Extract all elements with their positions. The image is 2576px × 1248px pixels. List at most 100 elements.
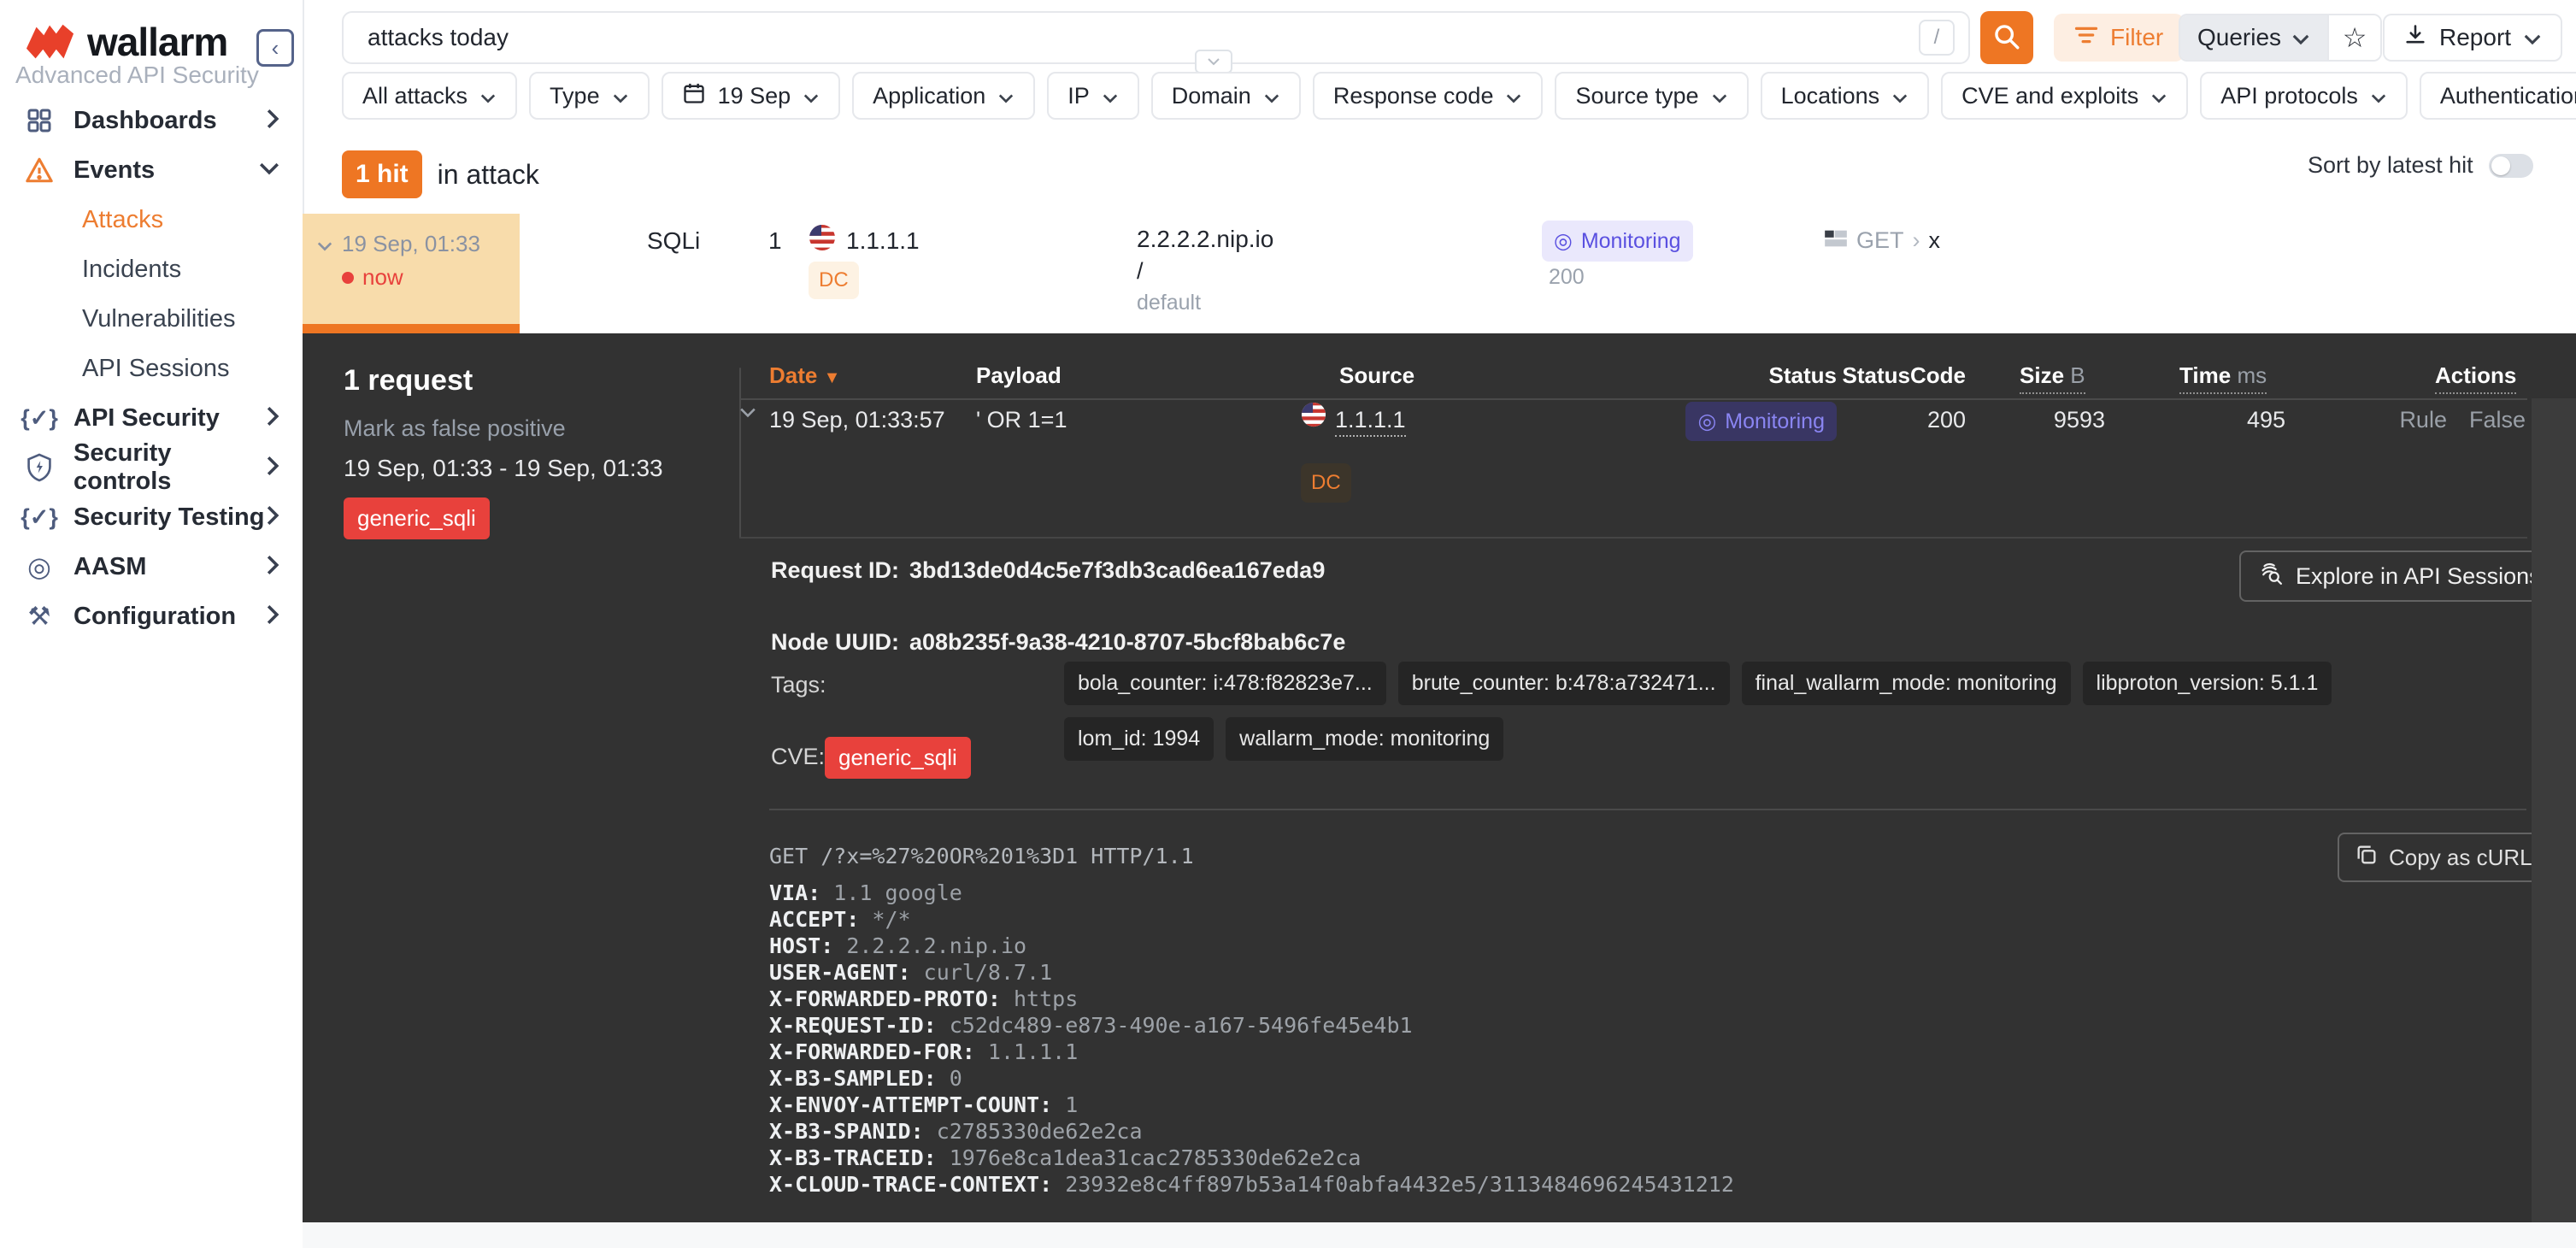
sidebar-item-configuration[interactable]: ⚒ Configuration xyxy=(0,592,303,641)
us-flag-icon xyxy=(1301,402,1326,433)
tags-label: Tags: xyxy=(771,672,826,698)
filter-chip-type[interactable]: Type xyxy=(529,72,650,120)
filter-chip-application[interactable]: Application xyxy=(852,72,1035,120)
mark-false-positive-link[interactable]: Mark as false positive xyxy=(344,415,566,442)
column-header-actions: Actions xyxy=(2435,362,2516,389)
column-header-statuscode: StatusCode xyxy=(1795,362,1966,389)
cve-tag: generic_sqli xyxy=(825,737,971,779)
filter-button[interactable]: Filter xyxy=(2054,14,2184,62)
chevron-down-icon xyxy=(316,231,333,257)
attack-row[interactable]: 19 Sep, 01:33 now SQLi 1 1.1.1.1 DC 2.2.… xyxy=(303,214,2576,333)
chevron-down-icon xyxy=(1891,83,1908,109)
filter-chip-source-type[interactable]: Source type xyxy=(1555,72,1748,120)
sidebar-item-api-sessions[interactable]: API Sessions xyxy=(0,344,303,393)
attack-response-code: 200 xyxy=(1549,265,1585,290)
rule-action-button[interactable]: Rule xyxy=(2399,407,2447,433)
sidebar-collapse-icon[interactable]: ‹ xyxy=(256,29,294,67)
sort-label: Sort by latest hit xyxy=(2308,152,2473,179)
tag-chip: wallarm_mode: monitoring xyxy=(1226,717,1503,761)
endpoint-target: x xyxy=(1929,227,1941,254)
http-header: USER-AGENT: curl/8.7.1 xyxy=(769,959,1734,986)
sidebar-item-incidents[interactable]: Incidents xyxy=(0,244,303,294)
brand-logo: wallarm xyxy=(26,19,282,65)
favorite-star-icon[interactable]: ☆ xyxy=(2327,15,2380,60)
sidebar-item-events[interactable]: Events xyxy=(0,145,303,195)
section-separator xyxy=(769,809,2526,810)
filter-chips-row: All attacks Type 19 Sep Application IP D… xyxy=(342,72,2576,120)
chevron-right-icon xyxy=(265,603,280,630)
http-header: X-ENVOY-ATTEMPT-COUNT: 1 xyxy=(769,1092,1734,1118)
column-header-date[interactable]: Date ▼ xyxy=(769,362,840,389)
hit-source-ip[interactable]: 1.1.1.1 xyxy=(1335,407,1406,433)
http-header: X-B3-SAMPLED: 0 xyxy=(769,1065,1734,1092)
attack-application: default xyxy=(1137,291,1201,315)
collapse-handle[interactable] xyxy=(1195,50,1232,74)
hits-count-badge: 1 hit xyxy=(342,150,422,198)
filter-chip-api-protocols[interactable]: API protocols xyxy=(2200,72,2408,120)
filter-chip-cve-exploits[interactable]: CVE and exploits xyxy=(1941,72,2188,120)
hit-date: 19 Sep, 01:33:57 xyxy=(769,407,945,433)
http-header: HOST: 2.2.2.2.nip.io xyxy=(769,933,1734,959)
sidebar-item-security-testing[interactable]: {✓} Security Testing xyxy=(0,492,303,542)
chevron-down-icon xyxy=(1505,83,1522,109)
chevron-down-icon xyxy=(258,161,280,180)
attack-endpoint[interactable]: GET › x xyxy=(1824,227,1940,254)
sidebar-item-api-security[interactable]: {✓} API Security xyxy=(0,393,303,443)
sidebar-item-dashboards[interactable]: Dashboards xyxy=(0,96,303,145)
explore-api-sessions-button[interactable]: Explore in API Sessions xyxy=(2239,550,2560,602)
filter-chip-response-code[interactable]: Response code xyxy=(1313,72,1544,120)
node-uuid-row: Node UUID:a08b235f-9a38-4210-8707-5bcf8b… xyxy=(771,629,1345,656)
search-button[interactable] xyxy=(1980,11,2033,64)
queries-button[interactable]: Queries xyxy=(2180,15,2327,60)
endpoint-icon xyxy=(1824,227,1848,254)
panel-divider xyxy=(739,368,741,539)
toggle-knob xyxy=(2491,156,2510,175)
chevron-down-icon xyxy=(1711,83,1728,109)
filter-icon xyxy=(2074,24,2098,51)
report-button[interactable]: Report xyxy=(2383,14,2562,62)
attack-date: 19 Sep, 01:33 xyxy=(342,231,480,257)
sidebar-item-security-controls[interactable]: Security controls xyxy=(0,443,303,492)
hit-status-code: 200 xyxy=(1795,407,1966,433)
sidebar-item-vulnerabilities[interactable]: Vulnerabilities xyxy=(0,294,303,344)
search-bar: / xyxy=(342,11,1970,64)
sort-toggle[interactable] xyxy=(2489,154,2533,178)
tags-list: bola_counter: i:478:f82823e7... brute_co… xyxy=(1064,662,2414,761)
search-input[interactable] xyxy=(366,23,1919,52)
sidebar-item-aasm[interactable]: ◎ AASM xyxy=(0,542,303,592)
sidebar-item-attacks[interactable]: Attacks xyxy=(0,195,303,244)
sidebar-menu: Dashboards Events Attacks Incidents xyxy=(0,96,303,641)
brand-name: wallarm xyxy=(87,19,227,65)
attack-path: / xyxy=(1137,258,1144,285)
chevron-right-icon xyxy=(265,554,280,580)
filter-chip-locations[interactable]: Locations xyxy=(1761,72,1930,120)
source-ip[interactable]: 1.1.1.1 xyxy=(846,227,920,255)
vertical-scrollbar[interactable] xyxy=(2532,398,2576,1222)
source-datacenter-tag: DC xyxy=(809,262,859,299)
attack-type-tag: generic_sqli xyxy=(344,497,490,539)
recency-dot xyxy=(342,272,354,284)
filter-chip-date[interactable]: 19 Sep xyxy=(662,72,841,120)
filter-chip-all-attacks[interactable]: All attacks xyxy=(342,72,517,120)
spiral-eye-icon: ◎ xyxy=(22,550,56,583)
hit-size: 9593 xyxy=(1977,407,2105,433)
filter-chip-domain[interactable]: Domain xyxy=(1151,72,1301,120)
copy-as-curl-button[interactable]: Copy as cURL xyxy=(2338,833,2550,882)
chevron-down-icon xyxy=(803,83,820,109)
braces-check-icon: {✓} xyxy=(22,504,56,531)
http-header: X-CLOUD-TRACE-CONTEXT: 23932e8c4ff897b53… xyxy=(769,1171,1734,1198)
filter-chip-authentication[interactable]: Authentication xyxy=(2420,72,2576,120)
wallarm-logo-icon xyxy=(26,23,75,61)
attack-date-cell[interactable]: 19 Sep, 01:33 now xyxy=(303,214,520,324)
filter-chip-ip[interactable]: IP xyxy=(1047,72,1139,120)
source-datacenter-tag: DC xyxy=(1301,463,1351,503)
chevron-right-icon xyxy=(265,455,280,481)
tag-chip: bola_counter: i:478:f82823e7... xyxy=(1064,662,1386,705)
queries-split-button: Queries ☆ xyxy=(2179,14,2382,62)
row-expand-chevron[interactable] xyxy=(738,407,757,422)
cve-label: CVE: xyxy=(771,744,825,770)
tag-chip: libproton_version: 5.1.1 xyxy=(2083,662,2332,705)
column-header-time: Time ms xyxy=(2179,362,2267,389)
false-action-button[interactable]: False xyxy=(2469,407,2526,433)
chevron-right-icon xyxy=(265,405,280,432)
